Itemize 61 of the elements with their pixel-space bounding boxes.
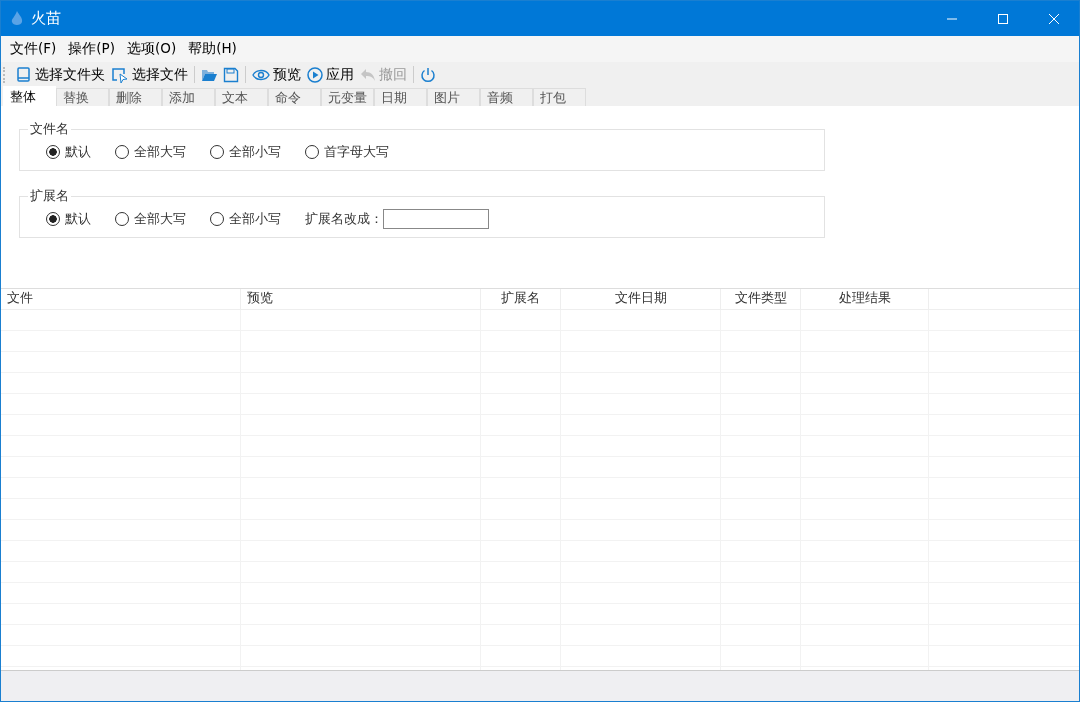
flame-icon bbox=[11, 10, 23, 27]
preview-button[interactable]: 预览 bbox=[249, 65, 304, 84]
window-title: 火苗 bbox=[31, 9, 61, 28]
folder-button[interactable]: 选择文件夹 bbox=[13, 65, 108, 84]
radio-button[interactable] bbox=[115, 212, 129, 226]
radio-button[interactable] bbox=[46, 212, 60, 226]
column-header[interactable]: 文件 bbox=[1, 289, 241, 309]
book-icon bbox=[16, 66, 32, 83]
menu-item[interactable]: 操作(P) bbox=[62, 40, 121, 58]
tab[interactable]: 打包 bbox=[533, 88, 586, 106]
radio-option[interactable]: 全部小写 bbox=[210, 210, 281, 228]
radio-button[interactable] bbox=[305, 145, 319, 159]
tab[interactable]: 删除 bbox=[109, 88, 162, 106]
radio-option[interactable]: 全部小写 bbox=[210, 143, 281, 161]
radio-option[interactable]: 首字母大写 bbox=[305, 143, 389, 161]
tab[interactable]: 文本 bbox=[215, 88, 268, 106]
radio-button[interactable] bbox=[115, 145, 129, 159]
group-title: 扩展名 bbox=[29, 187, 70, 205]
radio-button[interactable] bbox=[210, 212, 224, 226]
play-icon bbox=[307, 66, 323, 83]
tab[interactable]: 图片 bbox=[427, 88, 480, 106]
extension-field[interactable] bbox=[383, 209, 489, 229]
column-header[interactable]: 文件类型 bbox=[721, 289, 801, 309]
file-button[interactable]: 选择文件 bbox=[108, 65, 191, 84]
tab[interactable]: 日期 bbox=[374, 88, 427, 106]
radio-option[interactable]: 默认 bbox=[46, 210, 91, 228]
tab[interactable]: 音频 bbox=[480, 88, 533, 106]
radio-label: 默认 bbox=[65, 210, 91, 228]
radio-label: 默认 bbox=[65, 143, 91, 161]
radio-button[interactable] bbox=[46, 145, 60, 159]
menu-item[interactable]: 帮助(H) bbox=[182, 40, 243, 58]
field-label: 扩展名改成： bbox=[305, 210, 383, 228]
tab[interactable]: 命令 bbox=[268, 88, 321, 106]
radio-label: 全部大写 bbox=[134, 210, 186, 228]
radio-button[interactable] bbox=[210, 145, 224, 159]
radio-label: 全部小写 bbox=[229, 210, 281, 228]
menu-item[interactable]: 文件(F) bbox=[4, 40, 63, 58]
radio-option[interactable]: 全部大写 bbox=[115, 210, 186, 228]
column-header[interactable]: 扩展名 bbox=[481, 289, 561, 309]
cursor-select-icon bbox=[111, 66, 129, 83]
radio-option[interactable]: 全部大写 bbox=[115, 143, 186, 161]
radio-label: 全部大写 bbox=[134, 143, 186, 161]
column-header[interactable]: 处理结果 bbox=[801, 289, 929, 309]
maximize-icon bbox=[996, 12, 1009, 25]
radio-label: 首字母大写 bbox=[324, 143, 389, 161]
radio-option[interactable]: 默认 bbox=[46, 143, 91, 161]
save-icon bbox=[223, 66, 239, 83]
tab[interactable]: 添加 bbox=[162, 88, 215, 106]
close-icon bbox=[1047, 12, 1060, 25]
tab[interactable]: 元变量 bbox=[321, 88, 374, 106]
column-header[interactable]: 预览 bbox=[241, 289, 481, 309]
tab[interactable]: 整体 bbox=[3, 86, 56, 106]
eye-icon bbox=[252, 68, 270, 81]
undo-icon bbox=[360, 67, 376, 82]
apply-button[interactable]: 应用 bbox=[304, 65, 357, 84]
power-icon bbox=[420, 66, 436, 83]
menu-item[interactable]: 选项(O) bbox=[121, 40, 183, 58]
tab[interactable]: 替换 bbox=[56, 88, 109, 106]
column-header[interactable]: 文件日期 bbox=[561, 289, 721, 309]
radio-label: 全部小写 bbox=[229, 143, 281, 161]
group-title: 文件名 bbox=[29, 120, 70, 138]
